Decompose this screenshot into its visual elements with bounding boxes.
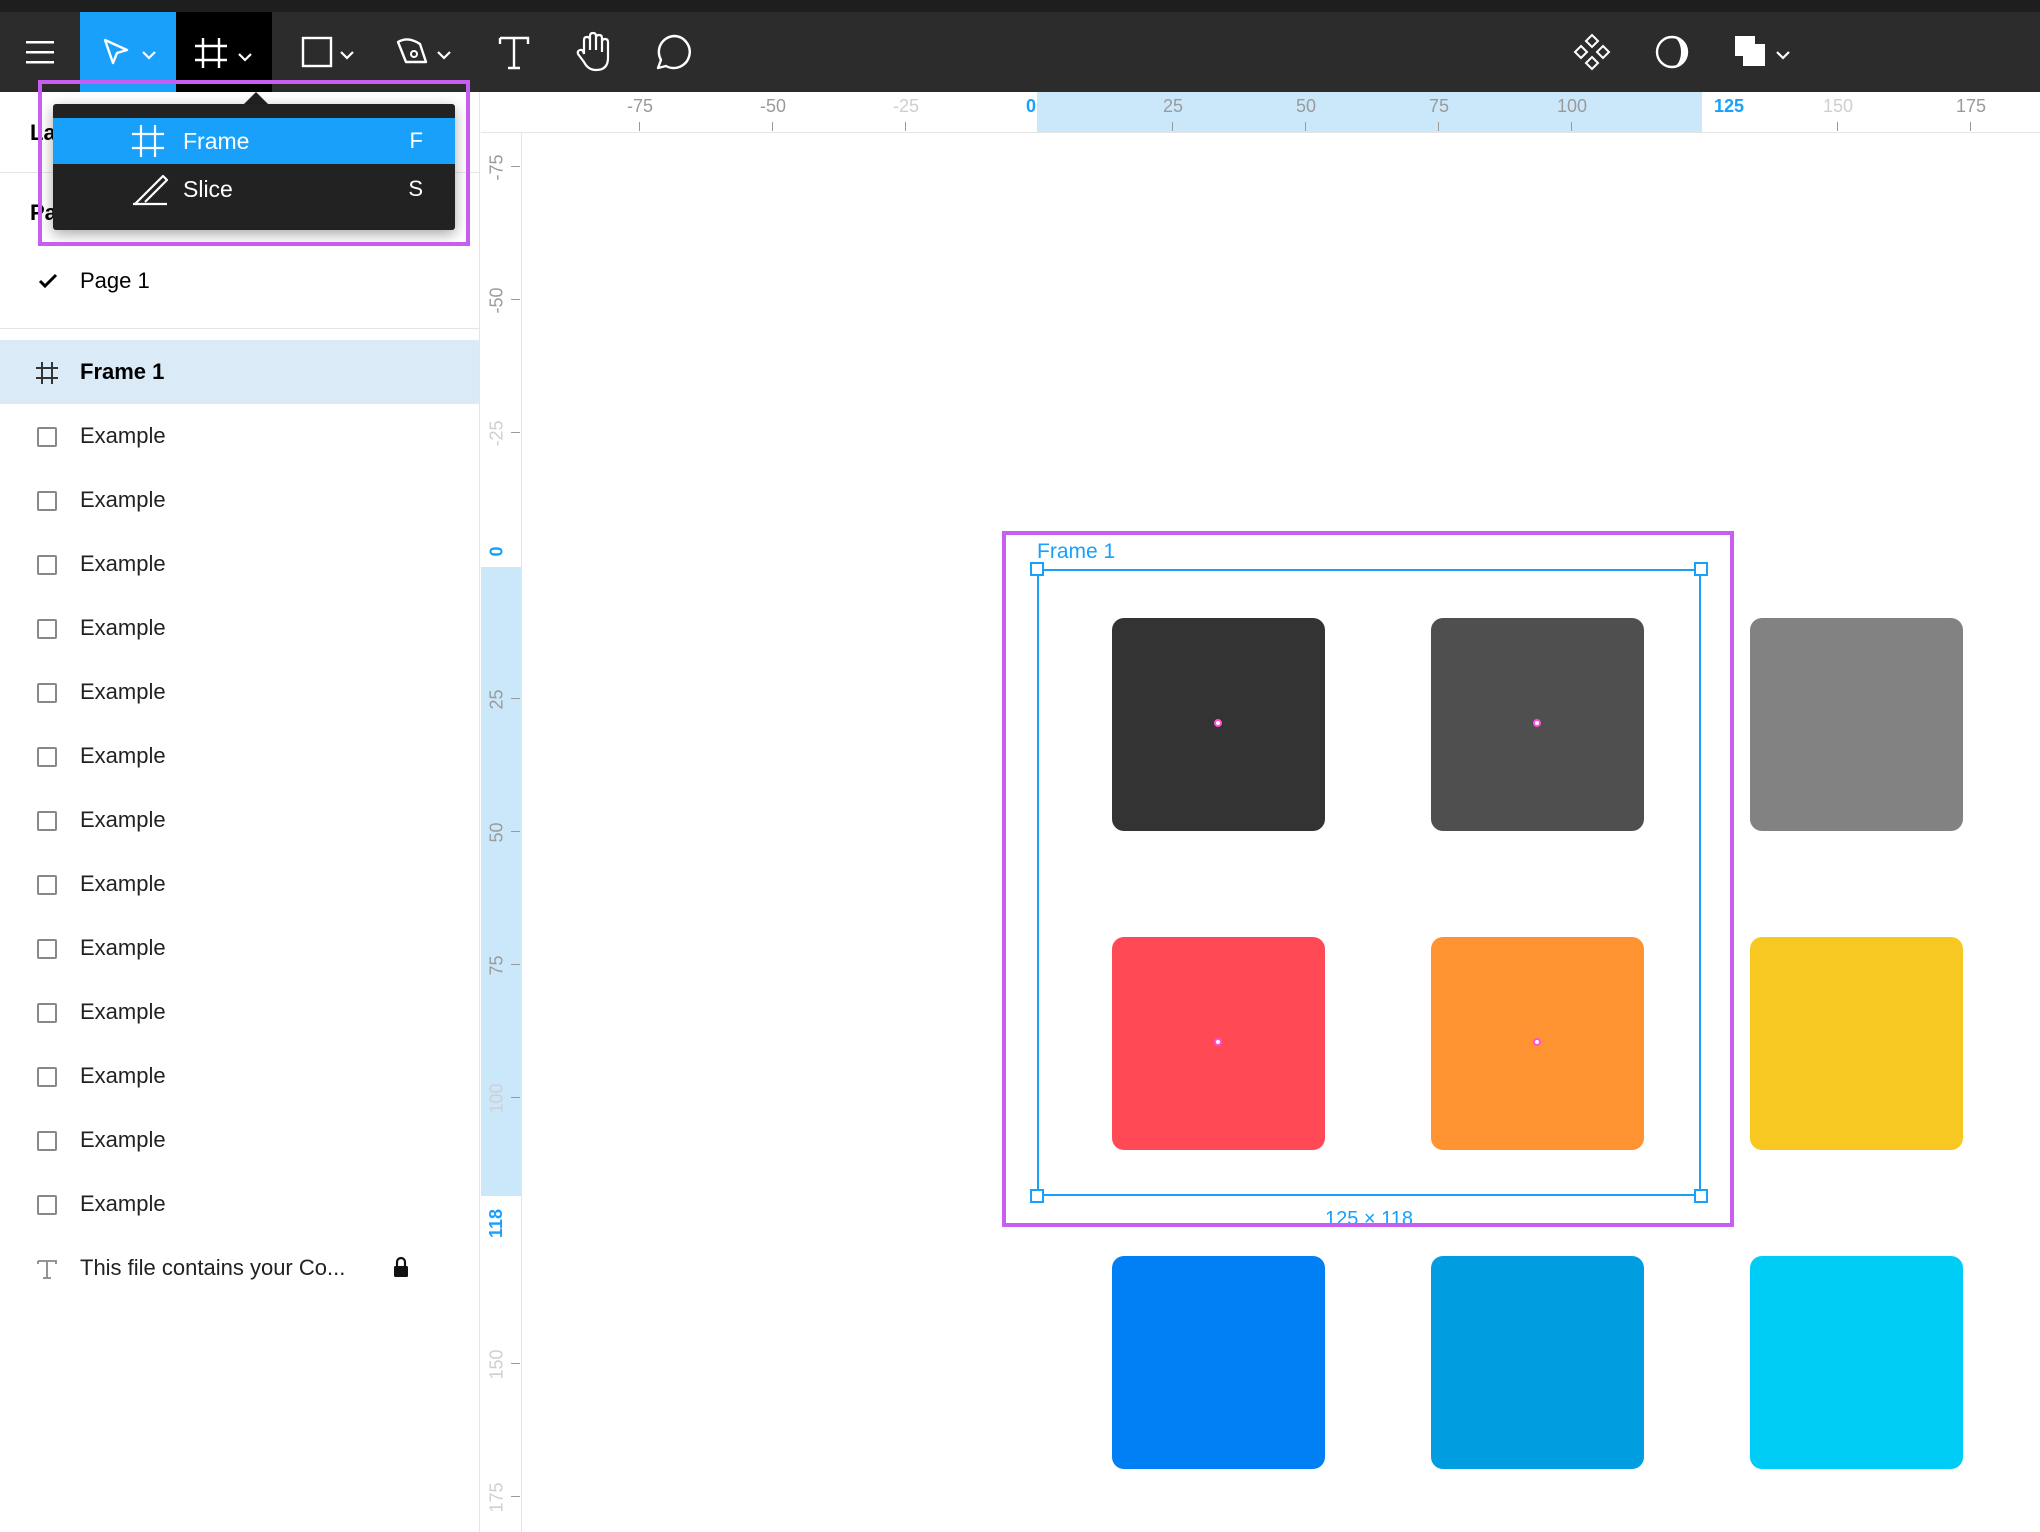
hand-tool-icon <box>576 31 610 72</box>
ruler-tick: -50 <box>481 270 521 330</box>
layer-label: Example <box>80 999 166 1024</box>
rectangle-icon <box>37 1195 57 1215</box>
layer-label: Example <box>80 743 166 768</box>
ruler-tick: 50 <box>481 802 521 862</box>
comment-tool-button[interactable] <box>638 12 710 92</box>
layer-item[interactable]: Example <box>0 532 479 596</box>
layer-label: Example <box>80 871 166 896</box>
layer-label: Example <box>80 1191 166 1216</box>
horizontal-ruler: -75 -50 -25 0 25 50 75 100 125 150 175 <box>481 92 2040 133</box>
ruler-selection-range <box>1037 92 1702 132</box>
ruler-tick: -75 <box>481 137 521 197</box>
layer-label: Example <box>80 551 166 576</box>
annotation-highlight-dropdown <box>38 80 470 246</box>
ruler-tick: 25 <box>481 669 521 729</box>
rectangle-icon <box>37 747 57 767</box>
lock-icon[interactable] <box>393 1256 409 1278</box>
layer-label: Example <box>80 807 166 832</box>
page-label: Page 1 <box>80 268 150 293</box>
layer-item[interactable]: Example <box>0 596 479 660</box>
layer-label: Example <box>80 1063 166 1088</box>
comment-tool-icon <box>656 34 691 70</box>
move-tool-icon <box>103 38 156 65</box>
rectangle-tool-icon <box>301 36 354 68</box>
panel-divider <box>0 328 479 329</box>
layer-item[interactable]: Example <box>0 724 479 788</box>
boolean-groups-button[interactable] <box>1722 12 1810 92</box>
color-swatch[interactable] <box>1431 1256 1644 1469</box>
text-icon <box>37 1260 57 1279</box>
checkmark-icon <box>38 273 58 289</box>
create-component-button[interactable] <box>1556 12 1628 92</box>
color-swatch[interactable] <box>1112 1256 1325 1469</box>
rectangle-icon <box>37 683 57 703</box>
rectangle-icon <box>37 619 57 639</box>
color-swatch[interactable] <box>1750 618 1963 831</box>
layer-label: Example <box>80 1127 166 1152</box>
color-swatch[interactable] <box>1750 937 1963 1150</box>
rectangle-icon <box>37 939 57 959</box>
color-swatch[interactable] <box>1750 1256 1963 1469</box>
layer-item[interactable]: Example <box>0 852 479 916</box>
layer-item[interactable]: Example <box>0 468 479 532</box>
annotation-highlight-frame <box>1002 531 1734 1227</box>
ruler-tick: 100 <box>481 1068 521 1128</box>
rectangle-icon <box>37 875 57 895</box>
rectangle-icon <box>37 491 57 511</box>
layer-label: Example <box>80 615 166 640</box>
text-tool-icon <box>498 36 530 70</box>
ruler-tick-selection-start: 0 <box>486 545 507 557</box>
vertical-ruler: -75 -50 -25 0 25 50 75 100 118 150 175 <box>481 133 522 1532</box>
rectangle-icon <box>37 1131 57 1151</box>
frame-icon <box>36 362 58 384</box>
layer-item[interactable]: Example <box>0 1172 479 1236</box>
layer-item[interactable]: Example <box>0 1044 479 1108</box>
mask-icon <box>1655 35 1689 69</box>
rectangle-icon <box>37 555 57 575</box>
ruler-tick: -25 <box>481 403 521 463</box>
layer-item-text[interactable]: This file contains your Co... <box>0 1236 479 1300</box>
page-item-page-1[interactable]: Page 1 <box>0 254 479 308</box>
layer-item[interactable]: Example <box>0 1108 479 1172</box>
layer-item[interactable]: Example <box>0 404 479 468</box>
layer-item-frame-1[interactable]: Frame 1 <box>0 340 479 404</box>
hand-tool-button[interactable] <box>558 12 630 92</box>
layer-label: This file contains your Co... <box>80 1255 346 1280</box>
layer-item[interactable]: Example <box>0 916 479 980</box>
pen-tool-icon <box>396 38 451 64</box>
ruler-tick: 75 <box>481 935 521 995</box>
layer-label: Example <box>80 935 166 960</box>
ruler-tick: 150 <box>481 1334 521 1394</box>
rectangle-icon <box>37 1003 57 1023</box>
frame-tool-icon <box>195 38 252 68</box>
window-top-strip <box>0 0 2040 12</box>
layer-label: Example <box>80 487 166 512</box>
main-menu-icon <box>26 41 54 64</box>
ruler-tick-selection-end: 118 <box>486 1208 507 1238</box>
ruler-tick: 175 <box>481 1467 521 1527</box>
layer-label: Example <box>80 423 166 448</box>
layer-item[interactable]: Example <box>0 660 479 724</box>
use-as-mask-button[interactable] <box>1636 12 1708 92</box>
layer-label: Example <box>80 679 166 704</box>
layers-panel: La Pa Page 1 Frame 1 Example Example Exa… <box>0 92 480 1532</box>
layer-item[interactable]: Example <box>0 980 479 1044</box>
layer-item[interactable]: Example <box>0 788 479 852</box>
rectangle-icon <box>37 1067 57 1087</box>
layer-label: Frame 1 <box>80 359 165 384</box>
text-tool-button[interactable] <box>478 12 550 92</box>
component-icon <box>1573 33 1611 71</box>
boolean-groups-icon <box>1735 36 1790 66</box>
rectangle-icon <box>37 427 57 447</box>
rectangle-icon <box>37 811 57 831</box>
